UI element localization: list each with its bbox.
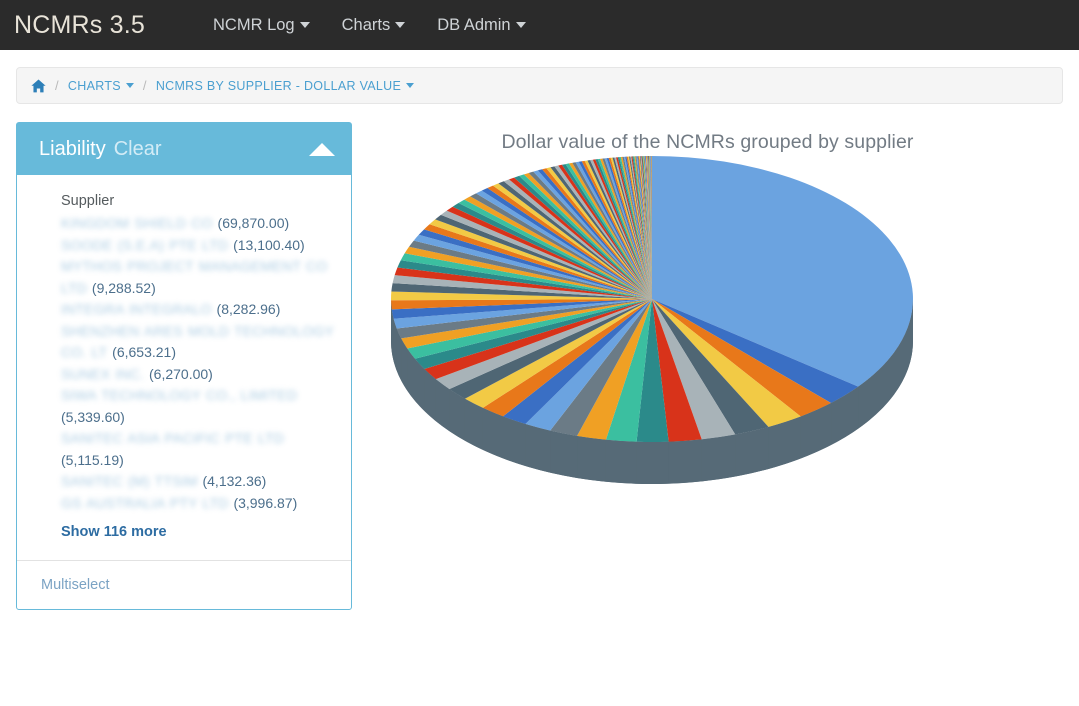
breadcrumb: / CHARTS / NCMRS BY SUPPLIER - DOLLAR VA… [16, 67, 1063, 104]
supplier-value: (5,115.19) [61, 452, 124, 468]
breadcrumb-separator: / [55, 78, 59, 93]
pie-slice[interactable] [577, 436, 606, 482]
filter-panel-body: Supplier KINGDOM SHIELD CO (69,870.00) S… [17, 175, 351, 560]
pie-slice[interactable] [550, 431, 577, 478]
nav-item-label: DB Admin [437, 0, 510, 50]
supplier-name: SANITEC ASIA PACIFIC PTE LTD [61, 430, 284, 446]
pie-slice[interactable] [503, 416, 525, 466]
breadcrumb-home-link[interactable] [31, 79, 46, 93]
navbar-links: NCMR Log Charts DB Admin [197, 0, 542, 50]
list-item[interactable]: SUNEX INC. (6,270.00) [31, 364, 337, 386]
pie-slice[interactable] [483, 408, 503, 459]
nav-item-label: Charts [342, 0, 391, 50]
supplier-value: (6,653.21) [112, 344, 176, 360]
clear-filter-button[interactable]: Clear [114, 138, 162, 161]
nav-item-db-admin[interactable]: DB Admin [421, 0, 541, 50]
pie-slice[interactable] [735, 427, 768, 477]
list-item[interactable]: INTEGRA INTEGRALO (8,282.96) [31, 299, 337, 321]
filter-panel-header: Liability Clear [17, 123, 351, 175]
list-item[interactable]: KINGDOM SHIELD CO (69,870.00) [31, 213, 337, 235]
nav-item-label: NCMR Log [213, 0, 295, 50]
pie-slice[interactable] [525, 424, 550, 473]
breadcrumb-separator: / [143, 78, 147, 93]
supplier-value: (69,870.00) [218, 215, 290, 231]
list-item[interactable]: SIWA TECHNOLOGY CO., LIMITED (5,339.60) [31, 385, 337, 428]
supplier-name: SUNEX INC. [61, 366, 144, 382]
list-item[interactable]: SANITEC (M) TTSIM (4,132.36) [31, 471, 337, 493]
supplier-field-label: Supplier [61, 193, 337, 209]
pie-slice[interactable] [606, 440, 637, 484]
nav-item-charts[interactable]: Charts [326, 0, 422, 50]
chevron-down-icon [300, 22, 310, 28]
pie-chart-svg[interactable] [352, 154, 1052, 674]
chart-title: Dollar value of the NCMRs grouped by sup… [352, 131, 1063, 154]
chevron-down-icon [516, 22, 526, 28]
chevron-down-icon [395, 22, 405, 28]
pie-slice-label: 35.5% [724, 598, 768, 618]
supplier-name: SIWA TECHNOLOGY CO., LIMITED [61, 387, 297, 403]
home-icon [31, 79, 46, 93]
supplier-name: KINGDOM SHIELD CO [61, 215, 213, 231]
show-more-button[interactable]: Show 116 more [31, 514, 337, 552]
supplier-name: SANITEC (M) TTSIM [61, 473, 198, 489]
supplier-value: (3,996.87) [233, 495, 297, 511]
chevron-down-icon [126, 83, 134, 88]
list-item[interactable]: GS AUSTRALIA PTY LTD (3,996.87) [31, 493, 337, 515]
list-item[interactable]: SOODE (S.E.A) PTE LTD (13,100.40) [31, 235, 337, 257]
filter-column: Liability Clear Supplier KINGDOM SHIELD … [16, 122, 352, 674]
list-item[interactable]: MYTHOS PROJECT MANAGEMENT CO LTD (9,288.… [31, 256, 337, 299]
breadcrumb-item-label: NCMRS BY SUPPLIER - DOLLAR VALUE [156, 79, 401, 93]
supplier-name: GS AUSTRALIA PTY LTD [61, 495, 229, 511]
supplier-value: (13,100.40) [233, 237, 305, 253]
main-content: Liability Clear Supplier KINGDOM SHIELD … [0, 104, 1079, 674]
top-navbar: NCMRs 3.5 NCMR Log Charts DB Admin [0, 0, 1079, 50]
supplier-option-list: KINGDOM SHIELD CO (69,870.00) SOODE (S.E… [31, 213, 337, 514]
liability-filter-panel: Liability Clear Supplier KINGDOM SHIELD … [16, 122, 352, 610]
pie-slice[interactable] [669, 439, 702, 483]
supplier-name: SHENZHEN ARES MOLD TECHNOLOGY CO. LT [61, 323, 334, 361]
breadcrumb-item-label: CHARTS [68, 79, 121, 93]
supplier-value: (4,132.36) [202, 473, 266, 489]
pie-slice[interactable] [702, 435, 736, 482]
multiselect-toggle[interactable]: Multiselect [41, 577, 110, 593]
supplier-name: INTEGRA INTEGRALO [61, 301, 212, 317]
breadcrumb-container: / CHARTS / NCMRS BY SUPPLIER - DOLLAR VA… [0, 50, 1079, 104]
chart-column: Dollar value of the NCMRs grouped by sup… [352, 122, 1063, 674]
brand-logo[interactable]: NCMRs 3.5 [14, 0, 155, 50]
pie-chart[interactable]: 35.5% [352, 154, 1063, 674]
chevron-up-icon[interactable] [309, 143, 335, 156]
filter-panel-title: Liability [39, 138, 106, 161]
breadcrumb-item-charts[interactable]: CHARTS [68, 79, 134, 93]
list-item[interactable]: SHENZHEN ARES MOLD TECHNOLOGY CO. LT (6,… [31, 321, 337, 364]
supplier-value: (9,288.52) [92, 280, 156, 296]
nav-item-ncmr-log[interactable]: NCMR Log [197, 0, 326, 50]
supplier-value: (8,282.96) [217, 301, 281, 317]
chevron-down-icon [406, 83, 414, 88]
breadcrumb-item-current-chart[interactable]: NCMRS BY SUPPLIER - DOLLAR VALUE [156, 79, 414, 93]
pie-slice[interactable] [637, 442, 669, 484]
supplier-name: SOODE (S.E.A) PTE LTD [61, 237, 228, 253]
supplier-value: (6,270.00) [149, 366, 213, 382]
list-item[interactable]: SANITEC ASIA PACIFIC PTE LTD (5,115.19) [31, 428, 337, 471]
filter-panel-footer: Multiselect [17, 560, 351, 609]
supplier-value: (5,339.60) [61, 409, 125, 425]
